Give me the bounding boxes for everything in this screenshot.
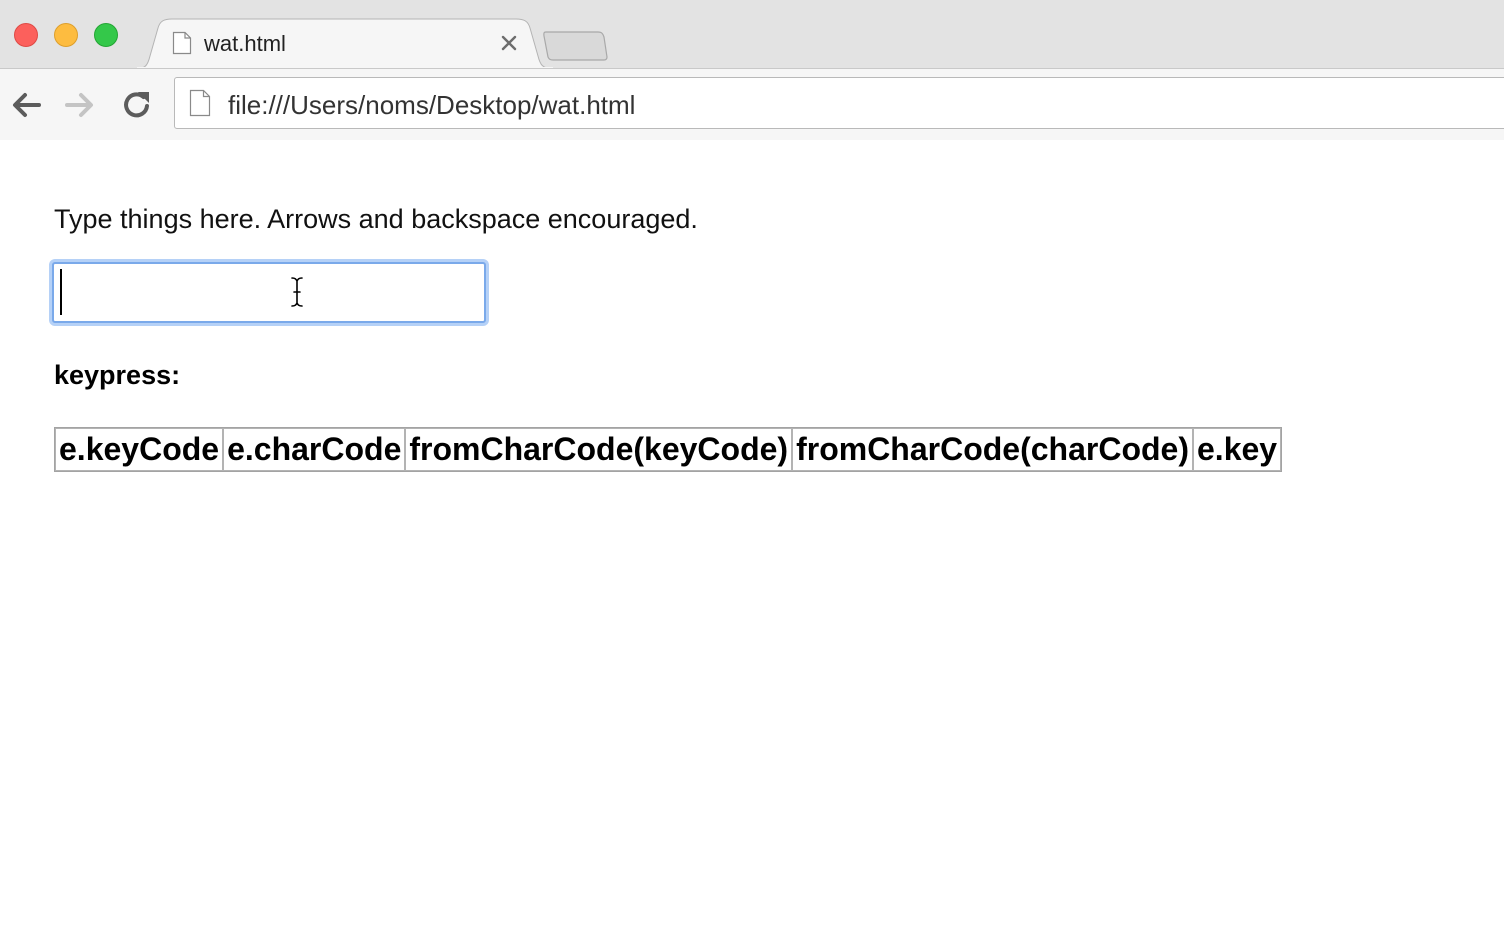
table-header-row: e.keyCode e.charCode fromCharCode(keyCod… bbox=[55, 428, 1282, 471]
column-header: e.charCode bbox=[223, 428, 406, 471]
instructions-text: Type things here. Arrows and backspace e… bbox=[54, 204, 698, 234]
address-url[interactable]: file:///Users/noms/Desktop/wat.html bbox=[228, 90, 635, 121]
event-heading: keypress: bbox=[54, 360, 181, 390]
window-close-button[interactable] bbox=[14, 23, 38, 47]
window-zoom-button[interactable] bbox=[94, 23, 118, 47]
column-header: e.keyCode bbox=[55, 428, 224, 471]
browser-toolbar: file:///Users/noms/Desktop/wat.html bbox=[0, 68, 1504, 141]
tab-active[interactable]: wat.html bbox=[136, 18, 554, 70]
page-icon bbox=[189, 89, 211, 117]
column-header: fromCharCode(charCode) bbox=[792, 428, 1193, 471]
key-input[interactable] bbox=[52, 262, 486, 323]
back-arrow-icon[interactable] bbox=[8, 87, 44, 123]
column-header: fromCharCode(keyCode) bbox=[405, 428, 793, 471]
event-table: e.keyCode e.charCode fromCharCode(keyCod… bbox=[54, 427, 1283, 472]
text-caret bbox=[60, 269, 62, 315]
new-tab-button[interactable] bbox=[540, 28, 610, 62]
page-content: Type things here. Arrows and backspace e… bbox=[0, 140, 1504, 948]
page-icon bbox=[172, 31, 192, 55]
column-header: e.key bbox=[1193, 428, 1282, 471]
ibeam-cursor-icon bbox=[291, 277, 303, 307]
forward-arrow-icon[interactable] bbox=[62, 87, 98, 123]
window-minimize-button[interactable] bbox=[54, 23, 78, 47]
close-icon[interactable] bbox=[498, 32, 520, 54]
tab-strip: wat.html bbox=[0, 0, 1504, 70]
reload-icon[interactable] bbox=[119, 87, 155, 123]
browser-chrome: wat.html file:///Users/noms/Desktop/wat.… bbox=[0, 0, 1504, 141]
tab-shape bbox=[136, 18, 554, 70]
tab-title: wat.html bbox=[204, 31, 286, 56]
address-bar[interactable]: file:///Users/noms/Desktop/wat.html bbox=[174, 77, 1504, 129]
